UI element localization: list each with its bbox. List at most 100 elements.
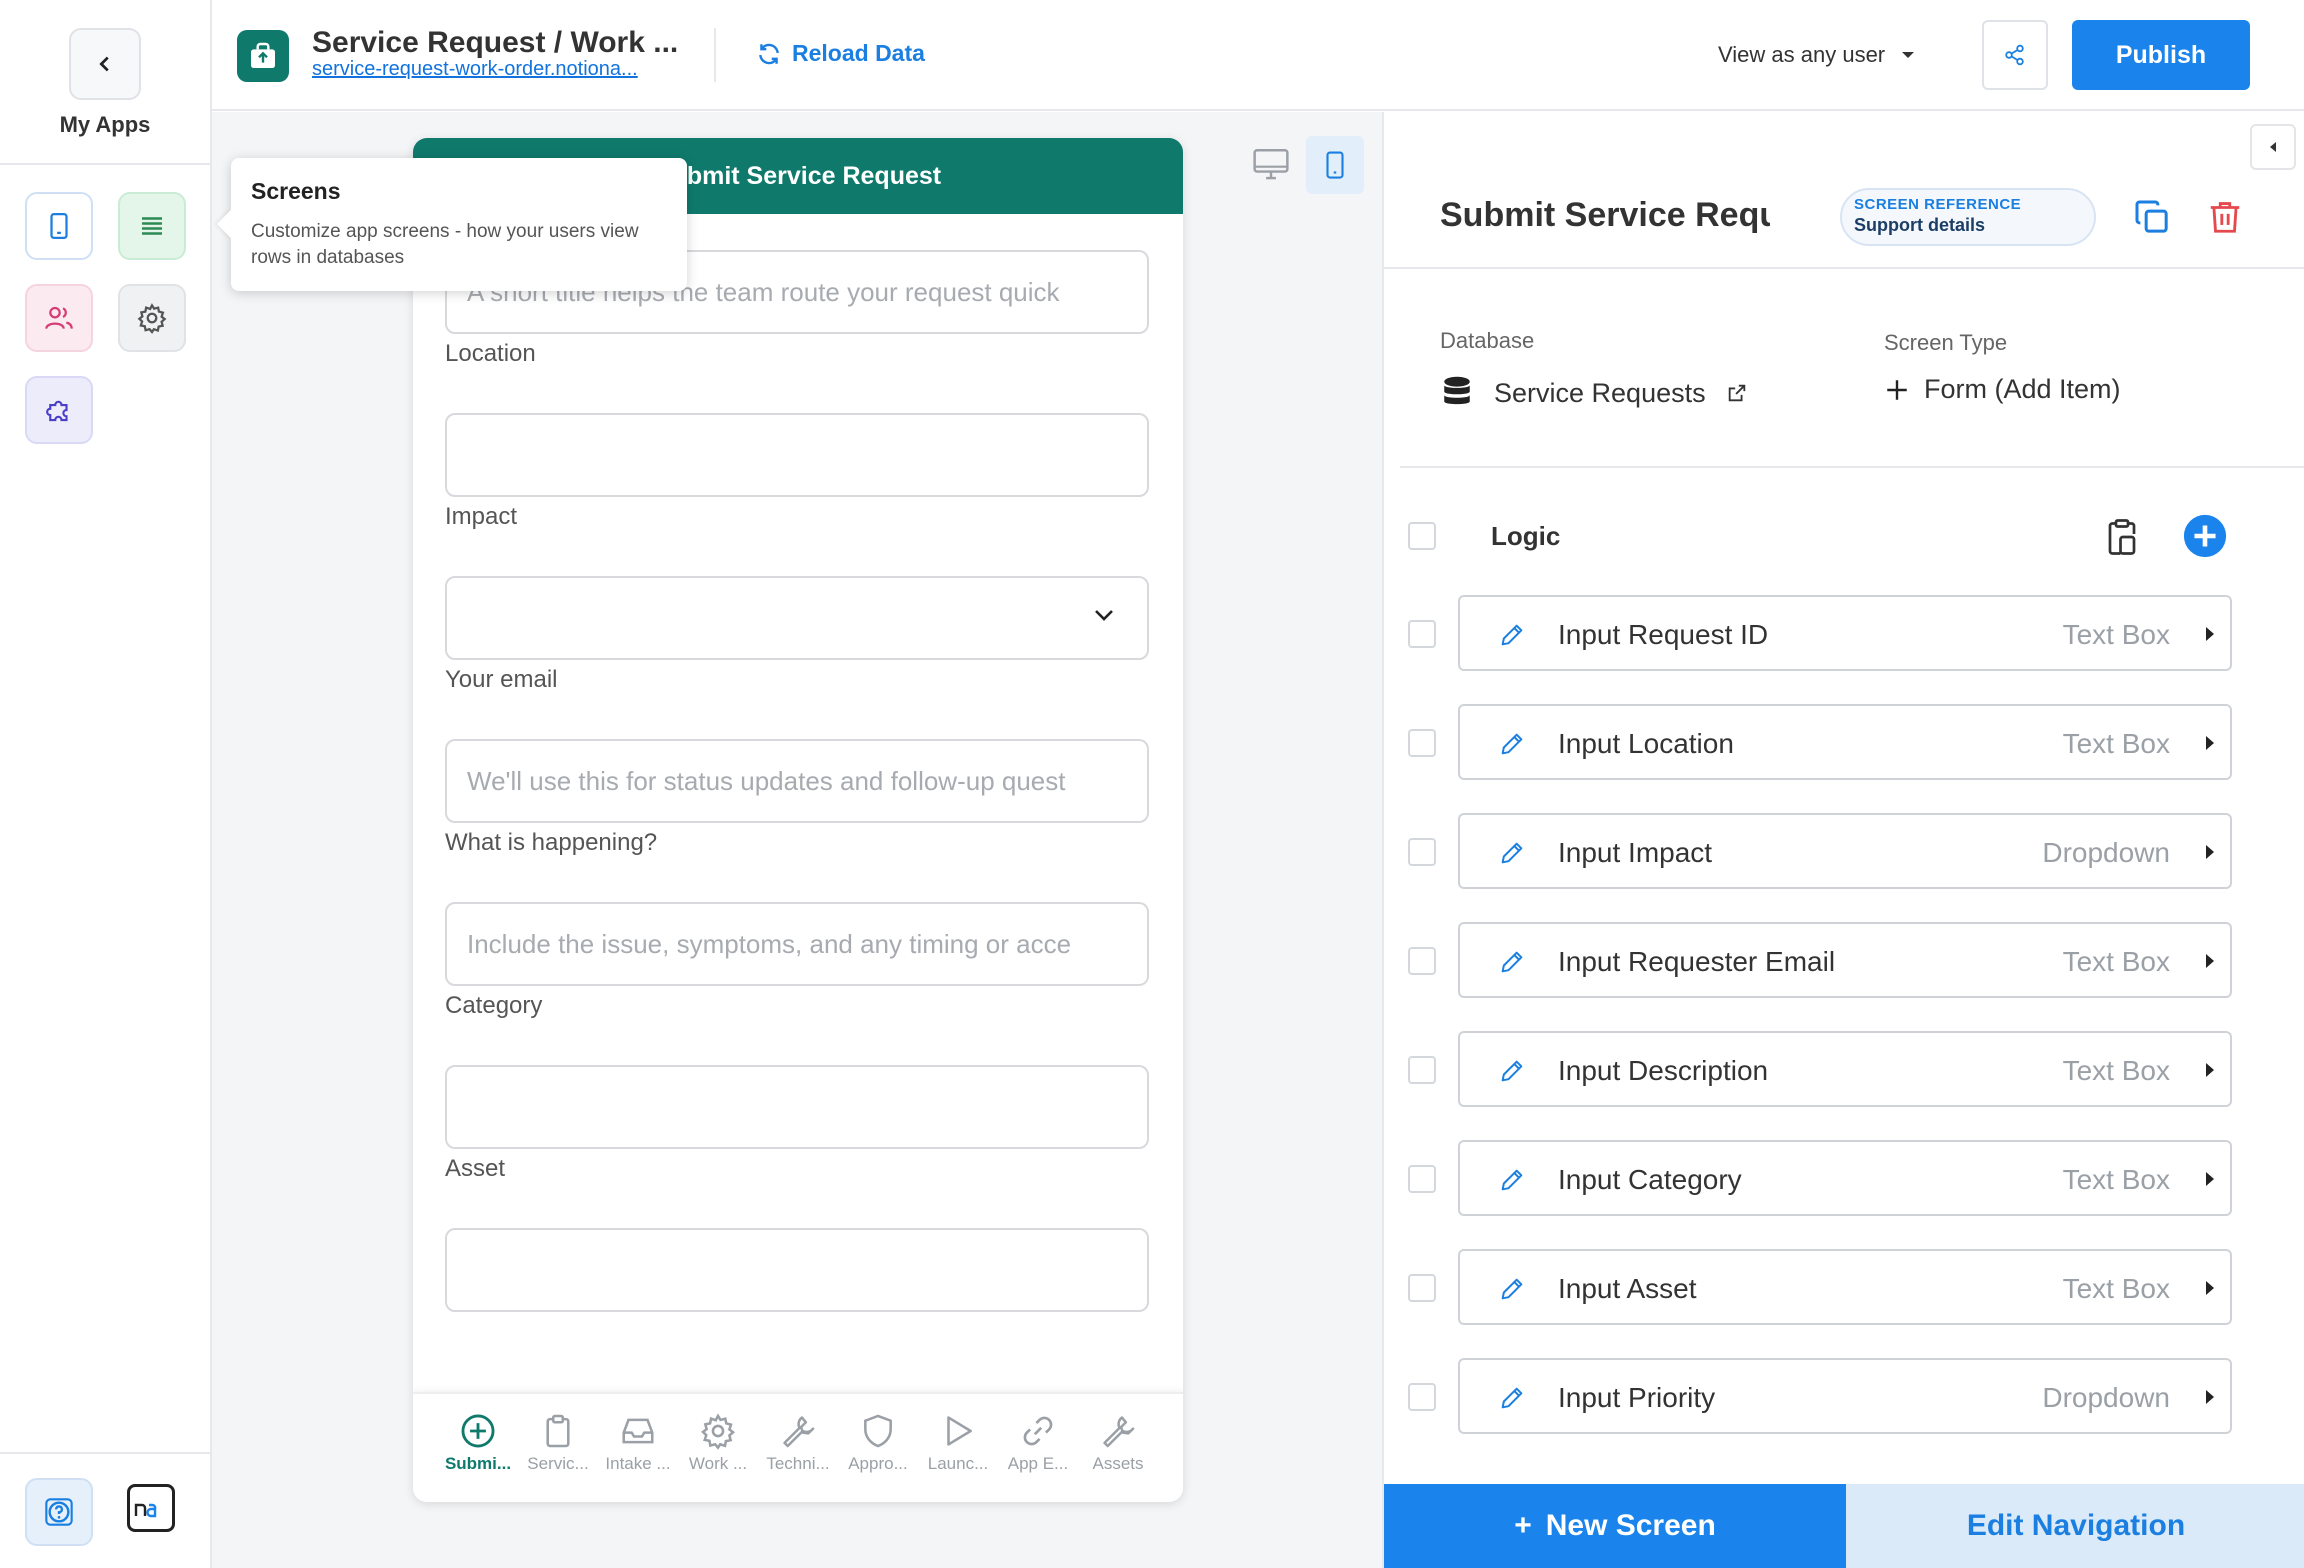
back-button[interactable] <box>69 28 141 100</box>
tab-intake[interactable]: Intake ... <box>598 1412 678 1502</box>
item-type: Text Box <box>2062 1273 2170 1304</box>
left-rail: My Apps <box>0 0 212 1568</box>
desktop-view-button[interactable] <box>1242 136 1300 194</box>
add-component-button[interactable] <box>2180 511 2230 561</box>
caret-right-icon <box>2206 1063 2214 1077</box>
device-toggle <box>1242 136 1364 194</box>
publish-button[interactable]: Publish <box>2072 20 2250 90</box>
item-name: Input Description <box>1558 1055 1769 1086</box>
tab-label: Assets <box>1092 1454 1144 1473</box>
users-icon <box>45 306 73 330</box>
view-as-user-dropdown[interactable]: View as any user <box>1718 42 1915 68</box>
share-icon <box>2005 44 2024 66</box>
collapse-panel-button[interactable] <box>2250 124 2296 170</box>
item-checkbox[interactable] <box>1408 838 1436 866</box>
rail-divider-bottom <box>0 1452 210 1454</box>
tab-service[interactable]: Servic... <box>518 1412 598 1502</box>
item-checkbox[interactable] <box>1408 1274 1436 1302</box>
delete-screen-button[interactable] <box>2200 192 2250 242</box>
screen-type-selector[interactable]: Form (Add Item) <box>1884 374 2121 405</box>
logic-item[interactable]: Input Requester Email Text Box <box>1458 922 2232 998</box>
screen-reference-badge[interactable]: SCREEN REFERENCE Support details <box>1840 188 2096 246</box>
tooltip-body: Customize app screens - how your users v… <box>251 221 639 268</box>
location-input[interactable] <box>445 413 1149 497</box>
panel-divider <box>1400 466 2304 468</box>
tab-label: Techni... <box>766 1454 830 1473</box>
impact-select[interactable] <box>445 576 1149 660</box>
users-nav-button[interactable] <box>25 284 93 352</box>
top-bar-divider <box>714 28 716 82</box>
refresh-icon <box>759 43 779 64</box>
mobile-view-button[interactable] <box>1306 136 1364 194</box>
item-checkbox[interactable] <box>1408 1165 1436 1193</box>
tab-label: App E... <box>1007 1454 1069 1473</box>
item-checkbox[interactable] <box>1408 620 1436 648</box>
logic-item[interactable]: Input Description Text Box <box>1458 1031 2232 1107</box>
reload-data-button[interactable]: Reload Data <box>756 40 925 67</box>
caret-right-icon <box>2206 1172 2214 1186</box>
notionapps-logo[interactable] <box>127 1484 175 1532</box>
pencil-icon <box>1501 951 1523 973</box>
tooltip-title: Screens <box>251 178 341 204</box>
plugins-nav-button[interactable] <box>25 376 93 444</box>
link-icon <box>1023 1416 1053 1446</box>
plus-circle-icon <box>2183 514 2227 558</box>
description-input[interactable]: Include the issue, symptoms, and any tim… <box>445 902 1149 986</box>
caret-right-icon <box>2206 736 2214 750</box>
description-label: What is happening? <box>445 829 658 856</box>
tab-app-embed[interactable]: App E... <box>998 1412 1078 1502</box>
category-label: Category <box>445 992 543 1019</box>
tab-approvals[interactable]: Appro... <box>838 1412 918 1502</box>
data-nav-button[interactable] <box>118 192 186 260</box>
duplicate-screen-button[interactable] <box>2127 192 2177 242</box>
tab-assets[interactable]: Assets <box>1078 1412 1158 1502</box>
logic-item[interactable]: Input Asset Text Box <box>1458 1249 2232 1325</box>
help-button[interactable] <box>25 1478 93 1546</box>
phone-tab-bar: Submi... Servic... Intake ... Work ... T… <box>413 1392 1183 1502</box>
tab-submit[interactable]: Submi... <box>438 1412 518 1502</box>
email-input[interactable]: We'll use this for status updates and fo… <box>445 739 1149 823</box>
database-link[interactable]: Service Requests <box>1440 374 1748 412</box>
asset-label: Asset <box>445 1155 506 1182</box>
logic-item[interactable]: Input Impact Dropdown <box>1458 813 2232 889</box>
app-url-link[interactable]: service-request-work-order.notiona... <box>312 58 638 81</box>
panel-divider <box>1384 267 2304 269</box>
item-type: Text Box <box>2062 946 2170 977</box>
item-checkbox[interactable] <box>1408 1383 1436 1411</box>
logic-item[interactable]: Input Request ID Text Box <box>1458 595 2232 671</box>
location-label: Location <box>445 340 536 367</box>
item-name: Input Asset <box>1558 1273 1697 1304</box>
settings-nav-button[interactable] <box>118 284 186 352</box>
pencil-icon <box>1501 624 1523 646</box>
logic-item[interactable]: Input Location Text Box <box>1458 704 2232 780</box>
logic-select-all-checkbox[interactable] <box>1408 522 1436 550</box>
plus-icon <box>1887 379 1907 400</box>
pencil-icon <box>1501 733 1523 755</box>
logic-item[interactable]: Input Category Text Box <box>1458 1140 2232 1216</box>
item-checkbox[interactable] <box>1408 1056 1436 1084</box>
tab-work[interactable]: Work ... <box>678 1412 758 1502</box>
caret-right-icon <box>2206 627 2214 641</box>
asset-input[interactable] <box>445 1228 1149 1312</box>
tab-technician[interactable]: Techni... <box>758 1412 838 1502</box>
caret-down-icon <box>1902 52 1915 58</box>
paste-component-button[interactable] <box>2097 512 2147 562</box>
item-checkbox[interactable] <box>1408 729 1436 757</box>
edit-navigation-button[interactable]: Edit Navigation <box>1846 1484 2304 1568</box>
chevron-down-icon <box>1095 610 1113 621</box>
logic-item[interactable]: Input Priority Dropdown <box>1458 1358 2232 1434</box>
puzzle-icon <box>46 400 68 422</box>
form-body: A short title helps the team route your … <box>413 214 1183 1414</box>
clipboard-paste-icon <box>2108 519 2136 555</box>
item-checkbox[interactable] <box>1408 947 1436 975</box>
screens-nav-button[interactable] <box>25 192 93 260</box>
new-screen-button[interactable]: + New Screen <box>1384 1484 1846 1568</box>
category-input[interactable] <box>445 1065 1149 1149</box>
item-name: Input Request ID <box>1558 619 1769 650</box>
screen-title[interactable]: Submit Service Request <box>1440 196 1770 235</box>
wrench-icon <box>783 1416 815 1448</box>
tab-label: Intake ... <box>605 1454 671 1473</box>
share-button[interactable] <box>1982 20 2048 90</box>
tab-launch[interactable]: Launc... <box>918 1412 998 1502</box>
plus-icon: + <box>1514 1509 1532 1542</box>
